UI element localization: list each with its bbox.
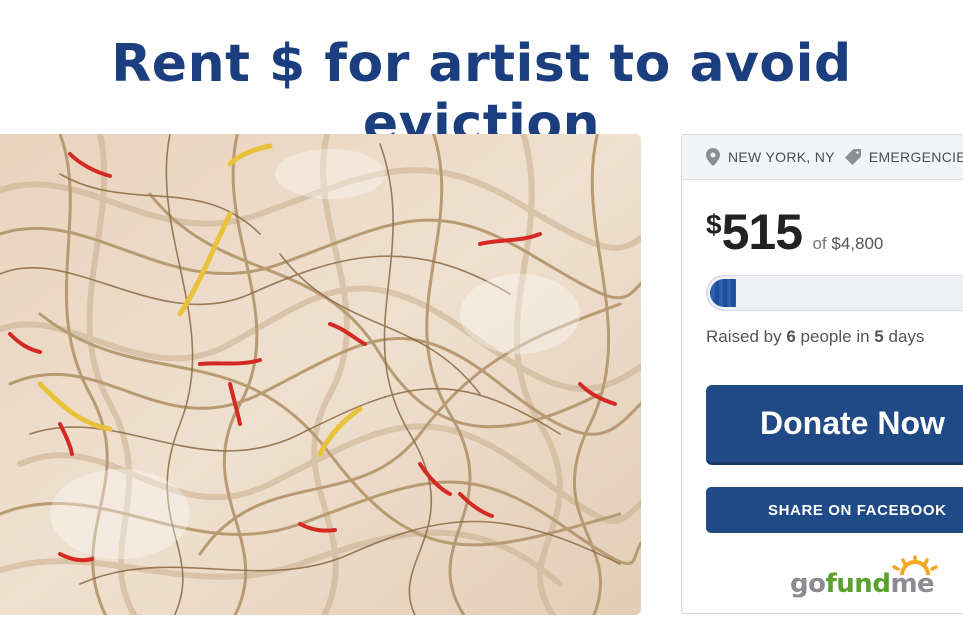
- location-pin-icon: [706, 148, 720, 166]
- currency-symbol: $: [706, 209, 722, 240]
- goal-text: of $4,800: [812, 234, 883, 253]
- days-count: 5: [874, 327, 884, 346]
- amount-raised-row: $515 of $4,800: [706, 203, 883, 261]
- logo-fund: fund: [825, 569, 891, 599]
- campaign-location[interactable]: NEW YORK, NY: [728, 149, 835, 165]
- shredded-paper-artwork-image: [0, 134, 641, 615]
- donation-stats: Raised by 6 people in 5 days: [706, 327, 924, 347]
- stats-suffix: days: [888, 327, 925, 346]
- donation-card: NEW YORK, NY EMERGENCIES $515 of $4,800 …: [681, 134, 963, 614]
- amount-raised: 515: [721, 204, 803, 260]
- stats-middle: people in: [800, 327, 870, 346]
- sun-rays-icon: [892, 555, 938, 576]
- goal-prefix: of: [812, 234, 827, 253]
- gofundme-logo[interactable]: gofundme: [790, 555, 950, 605]
- campaign-category[interactable]: EMERGENCIES: [869, 149, 963, 165]
- campaign-meta-bar: NEW YORK, NY EMERGENCIES: [682, 135, 963, 180]
- goal-amount: $4,800: [831, 234, 884, 253]
- donor-count: 6: [786, 327, 796, 346]
- progress-bar-fill: [707, 276, 739, 310]
- tag-icon: [844, 149, 861, 165]
- logo-go: go: [790, 569, 826, 599]
- progress-bar: [706, 275, 963, 311]
- share-on-facebook-button[interactable]: SHARE ON FACEBOOK: [706, 487, 963, 533]
- donate-now-button[interactable]: Donate Now: [706, 385, 963, 462]
- stats-prefix: Raised by: [706, 327, 782, 346]
- campaign-photo[interactable]: [0, 134, 641, 615]
